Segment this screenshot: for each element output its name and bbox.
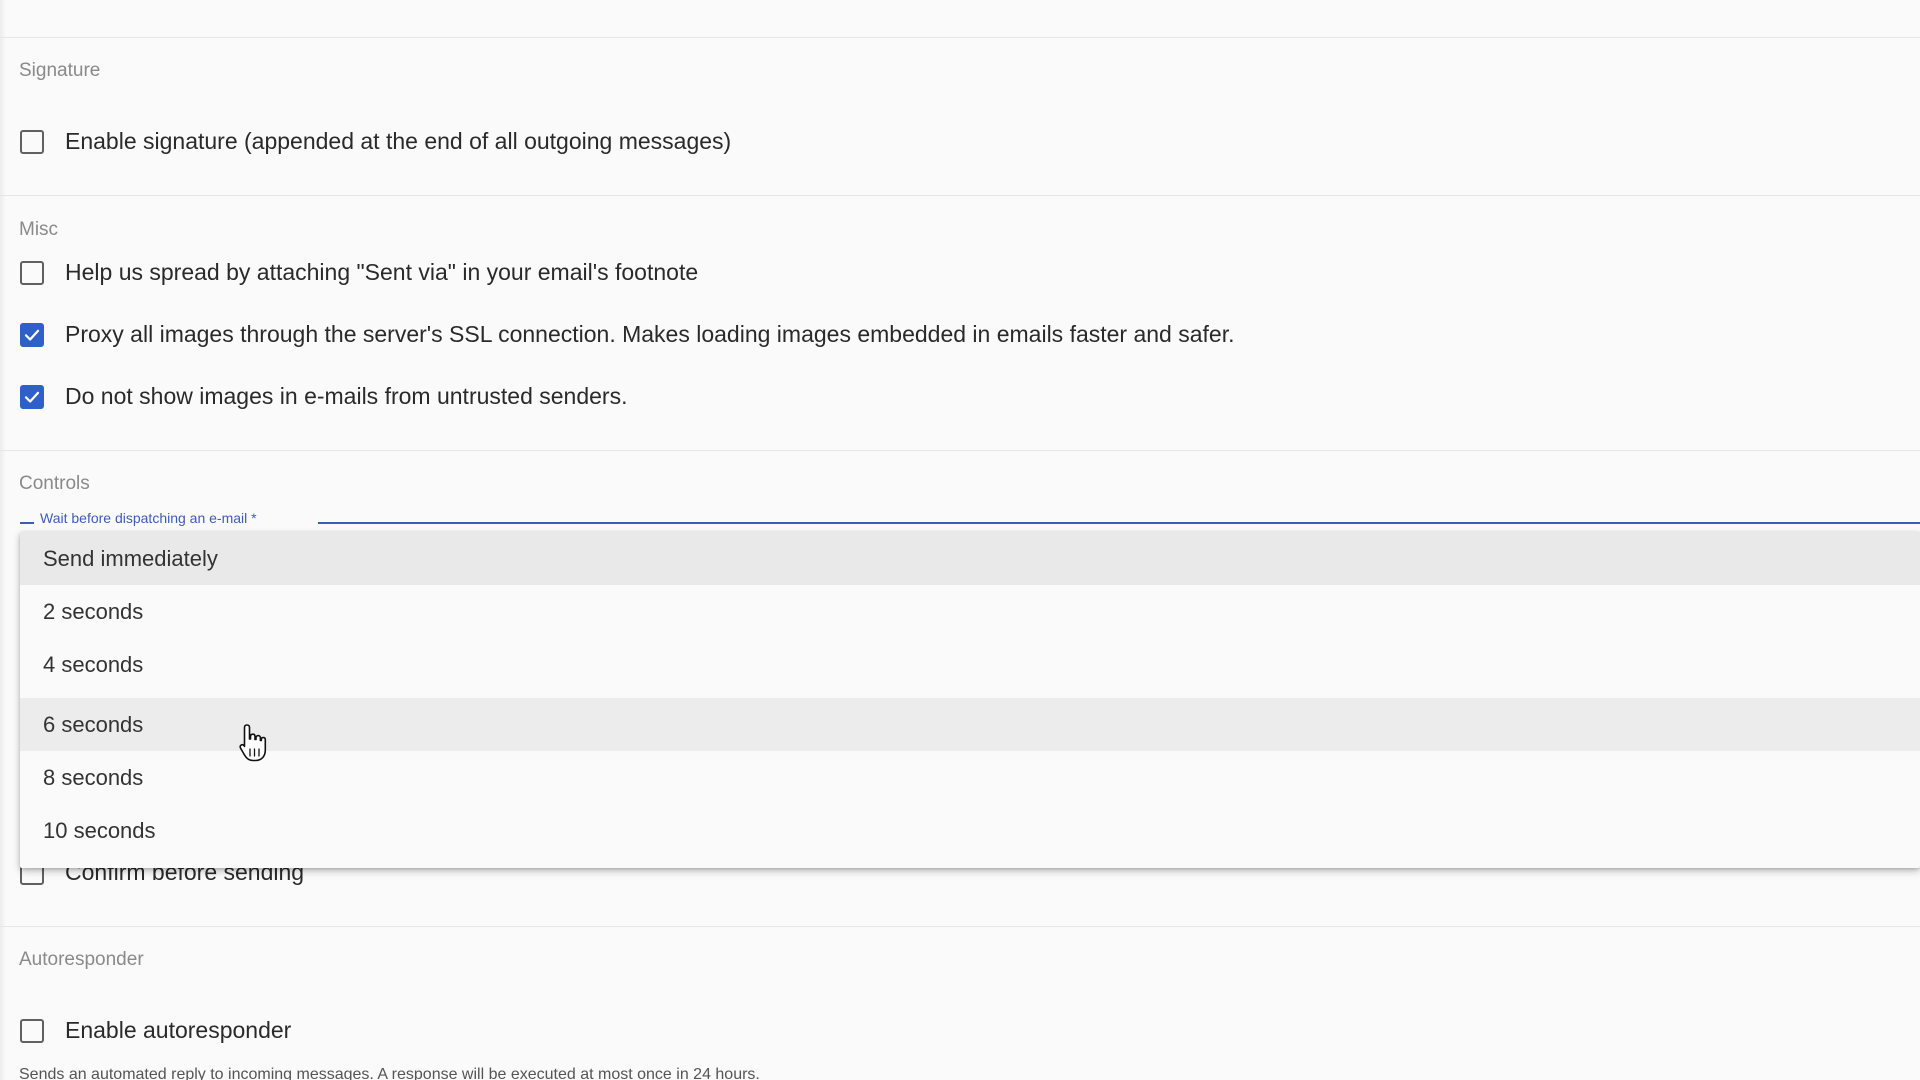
sent-via-label: Help us spread by attaching "Sent via" i…: [65, 259, 699, 285]
autoresponder-enable-label: Enable autoresponder: [65, 1017, 292, 1043]
proxy-images-label: Proxy all images through the server's SS…: [65, 321, 1235, 347]
autoresponder-enable-checkbox[interactable]: [20, 1018, 44, 1043]
untrusted-images-checkbox[interactable]: [20, 384, 44, 409]
section-title-signature: Signature: [19, 60, 101, 81]
signature-enable-row[interactable]: Enable signature (appended at the end of…: [20, 128, 731, 155]
select-outline-right: [318, 522, 1920, 524]
dispatch-option-2-seconds[interactable]: 2 seconds: [20, 585, 1920, 638]
section-divider: [0, 926, 1920, 927]
autoresponder-enable-row[interactable]: Enable autoresponder: [20, 1017, 291, 1044]
sent-via-checkbox[interactable]: [20, 260, 44, 285]
section-divider: [0, 37, 1920, 38]
misc-sent-via-row[interactable]: Help us spread by attaching "Sent via" i…: [20, 259, 698, 286]
untrusted-images-label: Do not show images in e-mails from untru…: [65, 383, 628, 409]
section-title-autoresponder: Autoresponder: [19, 949, 144, 970]
check-icon: [24, 329, 40, 341]
autoresponder-description: Sends an automated reply to incoming mes…: [19, 1066, 760, 1080]
dispatch-option-10-seconds[interactable]: 10 seconds: [20, 804, 1920, 857]
left-edge-shadow: [0, 0, 6, 1080]
misc-proxy-images-row[interactable]: Proxy all images through the server's SS…: [20, 321, 1235, 348]
dispatch-delay-dropdown-menu[interactable]: Send immediately 2 seconds 4 seconds 6 s…: [20, 532, 1920, 868]
settings-page: Signature Enable signature (appended at …: [0, 0, 1920, 1080]
section-divider: [0, 450, 1920, 451]
check-icon: [24, 391, 40, 403]
hand-pointer-cursor-icon: [239, 724, 267, 762]
dispatch-option-4-seconds[interactable]: 4 seconds: [20, 638, 1920, 691]
dispatch-field-label: Wait before dispatching an e-mail *: [40, 510, 257, 526]
proxy-images-checkbox[interactable]: [20, 322, 44, 347]
signature-enable-label: Enable signature (appended at the end of…: [65, 128, 732, 154]
misc-untrusted-images-row[interactable]: Do not show images in e-mails from untru…: [20, 383, 627, 410]
signature-enable-checkbox[interactable]: [20, 129, 44, 154]
section-title-controls: Controls: [19, 473, 90, 494]
dispatch-option-send-immediately[interactable]: Send immediately: [20, 532, 1920, 585]
section-divider: [0, 195, 1920, 196]
dispatch-option-8-seconds[interactable]: 8 seconds: [20, 751, 1920, 804]
select-outline-left: [20, 522, 34, 524]
dispatch-option-6-seconds[interactable]: 6 seconds: [20, 698, 1920, 751]
section-title-misc: Misc: [19, 219, 59, 240]
